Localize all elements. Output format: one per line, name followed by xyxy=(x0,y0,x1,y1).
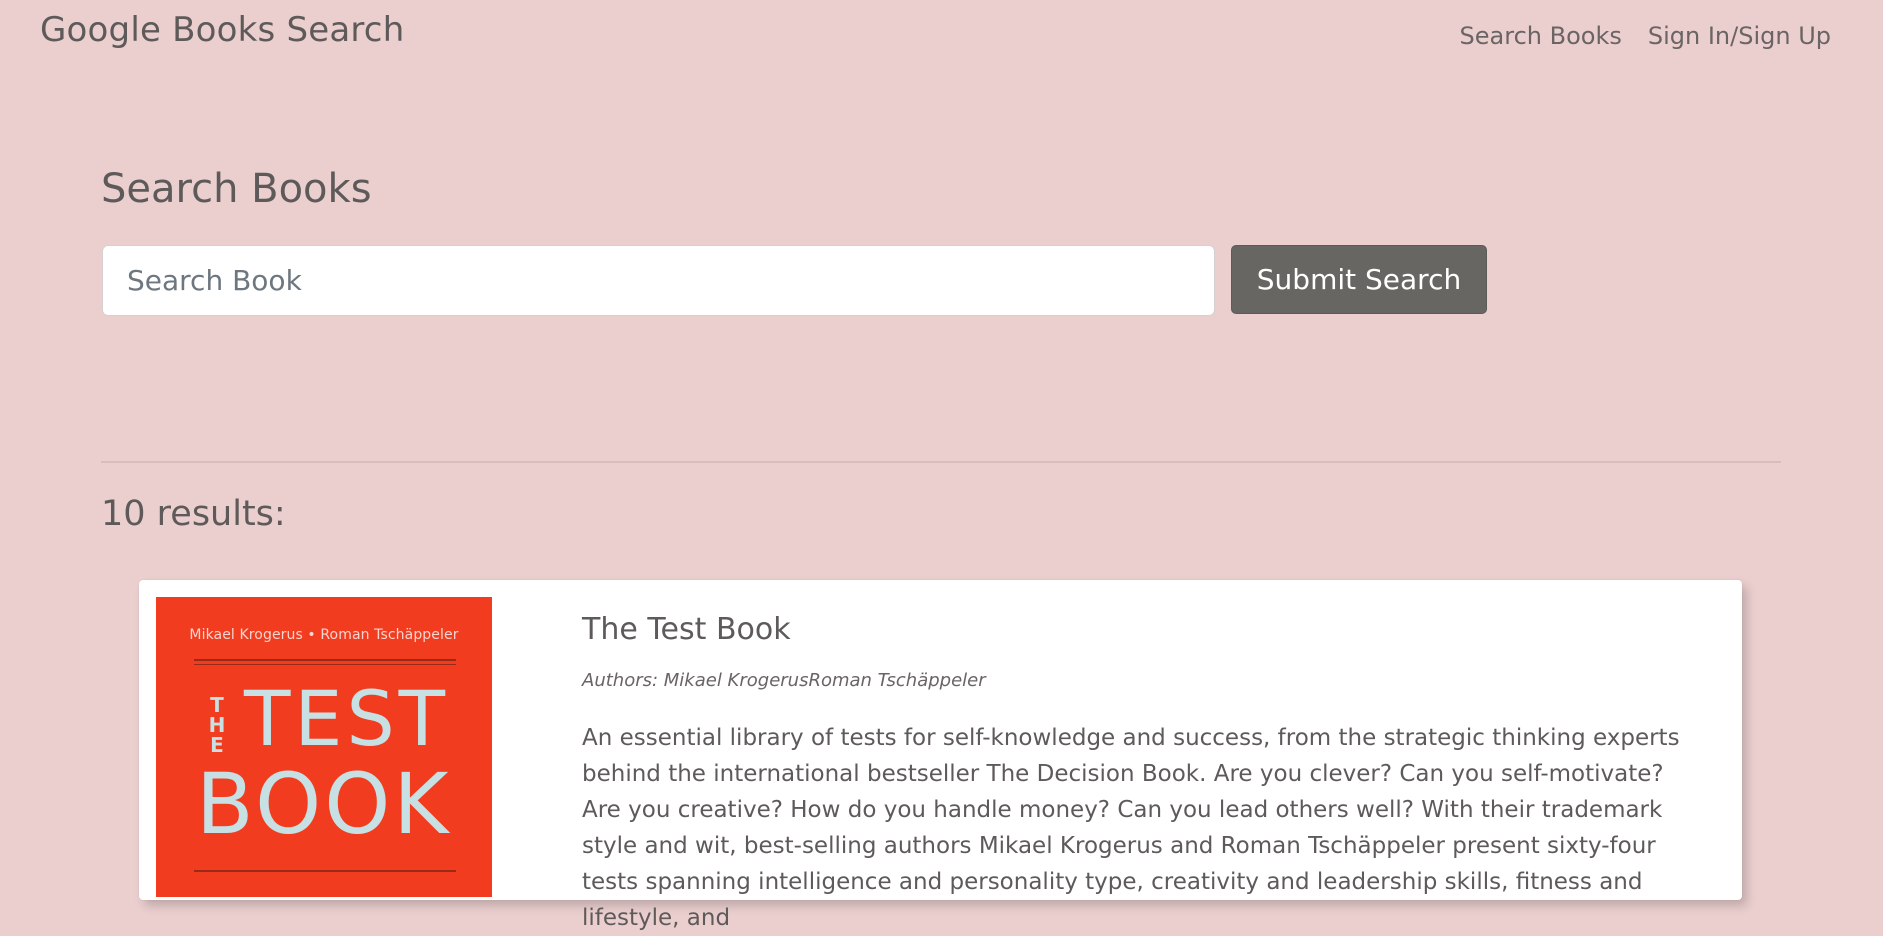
cover-rule xyxy=(194,870,456,872)
cover-authors-text: Mikael Krogerus • Roman Tschäppeler xyxy=(189,627,459,643)
cover-word-test: TEST xyxy=(244,674,450,763)
book-description: An essential library of tests for self-k… xyxy=(582,725,1680,931)
submit-search-button[interactable]: Submit Search xyxy=(1231,245,1487,314)
cover-word-the: THE xyxy=(208,693,226,757)
search-input[interactable] xyxy=(102,245,1215,316)
cover-rule xyxy=(194,664,456,665)
page-title: Search Books xyxy=(101,166,372,212)
book-authors: Authors: Mikael KrogerusRoman Tschäppele… xyxy=(582,670,986,691)
nav-link-search-books[interactable]: Search Books xyxy=(1460,22,1622,50)
book-cover-image[interactable]: Mikael Krogerus • Roman Tschäppeler THE … xyxy=(156,597,492,897)
result-card: Mikael Krogerus • Roman Tschäppeler THE … xyxy=(139,580,1742,931)
nav-link-sign-in[interactable]: Sign In/Sign Up xyxy=(1648,22,1831,50)
book-title[interactable]: The Test Book xyxy=(582,612,791,647)
divider xyxy=(101,461,1781,463)
top-nav: Search Books Sign In/Sign Up xyxy=(1460,22,1831,50)
app-brand[interactable]: Google Books Search xyxy=(40,10,404,50)
cover-word-book: BOOK xyxy=(196,755,452,853)
cover-rule xyxy=(194,659,456,661)
results-count: 10 results: xyxy=(101,494,286,534)
